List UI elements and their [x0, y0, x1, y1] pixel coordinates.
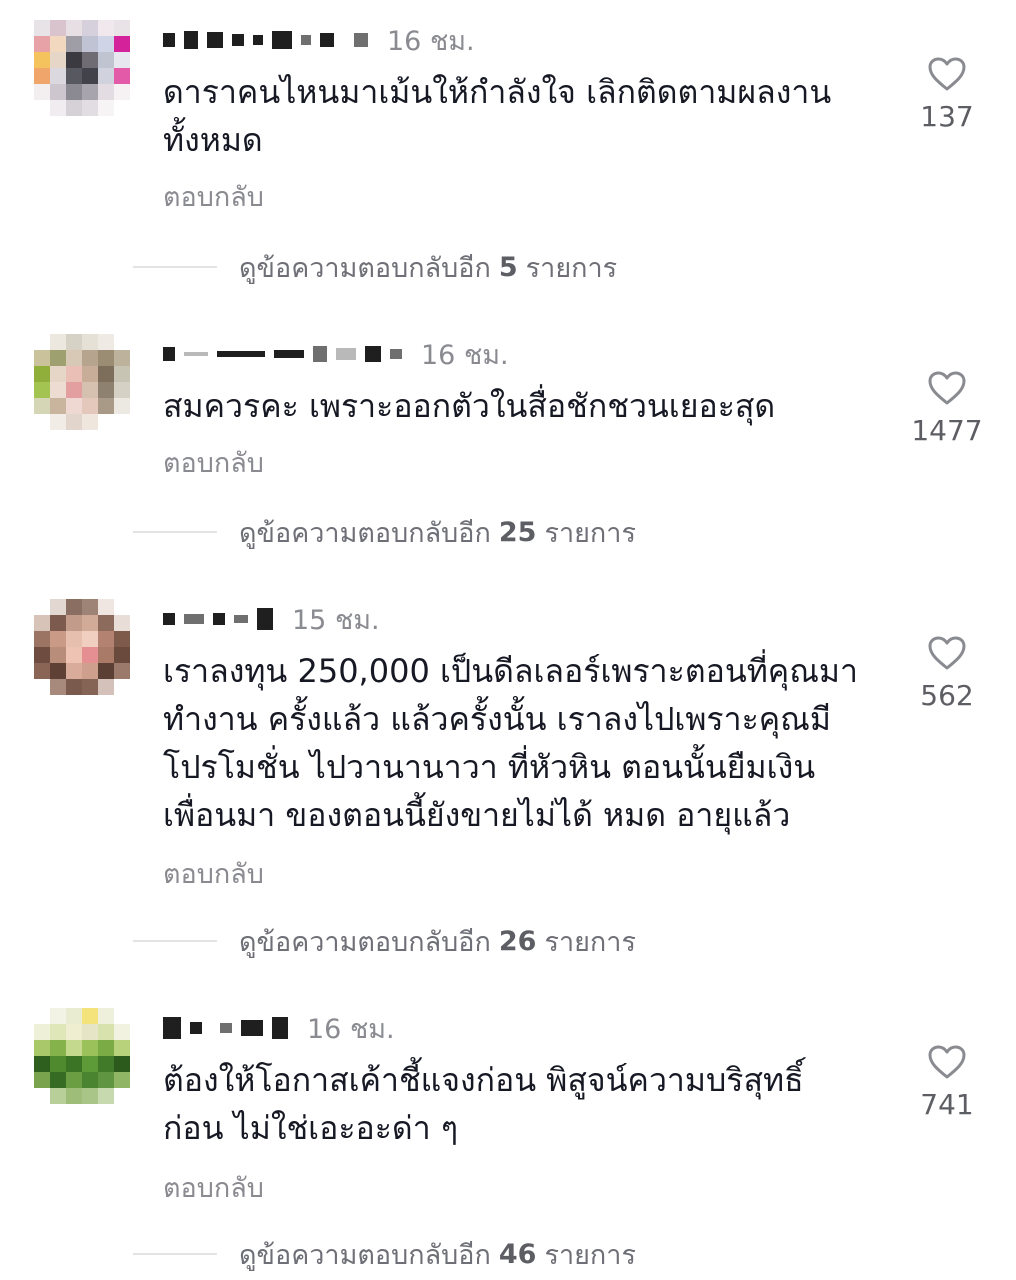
heart-outline-icon[interactable]: [927, 1044, 967, 1080]
heart-outline-icon[interactable]: [927, 56, 967, 92]
comment-time: 16 ชม.: [421, 339, 509, 371]
username-redacted[interactable]: [163, 599, 282, 639]
reply-button[interactable]: ตอบกลับ: [163, 441, 264, 484]
more-replies-suffix: รายการ: [544, 926, 636, 958]
reply-button[interactable]: ตอบกลับ: [163, 175, 264, 218]
reply-button[interactable]: ตอบกลับ: [163, 1166, 264, 1209]
view-more-replies[interactable]: ดูข้อความตอบกลับอีก 46 รายการ: [133, 1232, 636, 1276]
like-button[interactable]: 137: [900, 56, 994, 133]
more-replies-prefix: ดูข้อความตอบกลับอีก: [239, 517, 491, 549]
comment-text: เราลงทุน 250,000 เป็นดีลเลอร์เพราะตอนที่…: [163, 652, 858, 834]
username-redacted[interactable]: [163, 20, 377, 60]
more-replies-prefix: ดูข้อความตอบกลับอีก: [239, 1239, 491, 1271]
avatar[interactable]: [34, 1008, 130, 1104]
comment-meta: 16 ชม.: [163, 334, 509, 374]
more-replies-count: 25: [498, 516, 537, 548]
heart-outline-icon[interactable]: [927, 370, 967, 406]
view-more-replies[interactable]: ดูข้อความตอบกลับอีก 25 รายการ: [133, 510, 636, 554]
like-button[interactable]: 562: [900, 635, 994, 712]
like-button[interactable]: 741: [900, 1044, 994, 1121]
comment-text: สมควรคะ เพราะออกตัวในสื่อชักชวนเยอะสุด: [163, 387, 776, 425]
more-replies-suffix: รายการ: [544, 517, 636, 549]
comment-meta: 15 ชม.: [163, 599, 380, 639]
divider-line: [133, 266, 217, 268]
more-replies-prefix: ดูข้อความตอบกลับอีก: [239, 926, 491, 958]
view-more-replies[interactable]: ดูข้อความตอบกลับอีก 26 รายการ: [133, 919, 636, 963]
comment-text: ต้องให้โอกาสเค้าชี้แจงก่อน พิสูจน์ความบร…: [163, 1061, 804, 1147]
more-replies-count: 5: [498, 251, 518, 283]
divider-line: [133, 531, 217, 533]
reply-button[interactable]: ตอบกลับ: [163, 852, 264, 895]
more-replies-suffix: รายการ: [544, 1239, 636, 1271]
divider-line: [133, 940, 217, 942]
comment-meta: 16 ชม.: [163, 20, 475, 60]
more-replies-suffix: รายการ: [525, 252, 618, 284]
like-button[interactable]: 1477: [900, 370, 994, 447]
view-more-replies[interactable]: ดูข้อความตอบกลับอีก 5 รายการ: [133, 245, 617, 289]
like-count: 562: [920, 679, 974, 712]
comment-time: 16 ชม.: [387, 25, 475, 57]
like-count: 1477: [911, 414, 983, 447]
like-count: 741: [920, 1088, 974, 1121]
comment-meta: 16 ชม.: [163, 1008, 395, 1048]
avatar[interactable]: [34, 20, 130, 116]
more-replies-count: 26: [498, 925, 537, 957]
username-redacted[interactable]: [163, 334, 411, 374]
more-replies-prefix: ดูข้อความตอบกลับอีก: [239, 252, 491, 284]
avatar[interactable]: [34, 599, 130, 695]
username-redacted[interactable]: [163, 1008, 297, 1048]
comment-text: ดาราคนไหนมาเม้นให้กำลังใจ เลิกติดตามผลงา…: [163, 73, 832, 159]
like-count: 137: [920, 100, 974, 133]
avatar[interactable]: [34, 334, 130, 430]
comment-time: 15 ชม.: [292, 604, 380, 636]
divider-line: [133, 1253, 217, 1255]
heart-outline-icon[interactable]: [927, 635, 967, 671]
more-replies-count: 46: [498, 1238, 537, 1270]
comment-time: 16 ชม.: [307, 1013, 395, 1045]
